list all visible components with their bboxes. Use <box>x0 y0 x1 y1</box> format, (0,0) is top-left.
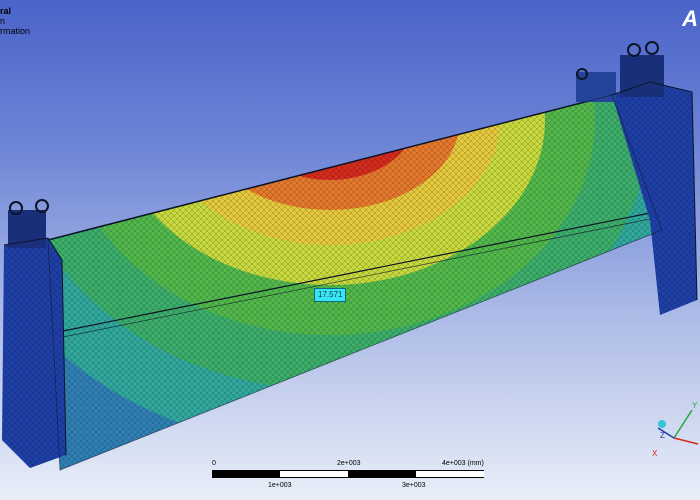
scale-seg-1 <box>212 470 280 478</box>
3d-viewport[interactable] <box>0 0 700 500</box>
scale-label-0: 0 <box>212 460 216 467</box>
y-axis-label: Y <box>692 401 698 410</box>
x-axis-line <box>673 437 699 445</box>
brand-logo: A <box>682 6 698 31</box>
result-info-block: ral n rmation <box>0 6 30 36</box>
z-axis-label: Z <box>660 431 665 440</box>
info-line-2: n <box>0 16 6 26</box>
x-axis-label: X <box>652 449 658 458</box>
scale-seg-3 <box>348 470 416 478</box>
info-line-3: rmation <box>0 26 31 36</box>
scale-label-3e3: 3e+003 <box>402 482 426 489</box>
scale-label-2e3: 2e+003 <box>337 460 361 467</box>
axis-triad[interactable]: Y X Z <box>648 398 700 462</box>
info-line-1: ral <box>0 6 12 16</box>
scale-seg-4 <box>416 470 484 478</box>
scale-label-1e3: 1e+003 <box>268 482 292 489</box>
scale-bar: 0 2e+003 4e+003 (mm) 1e+003 3e+003 <box>212 460 497 496</box>
y-axis-line <box>673 409 693 439</box>
scale-label-4e3: 4e+003 (mm) <box>442 460 484 467</box>
scale-seg-2 <box>280 470 348 478</box>
iso-sphere-icon[interactable] <box>658 420 666 428</box>
probe-label[interactable]: 17.571 <box>314 288 347 302</box>
